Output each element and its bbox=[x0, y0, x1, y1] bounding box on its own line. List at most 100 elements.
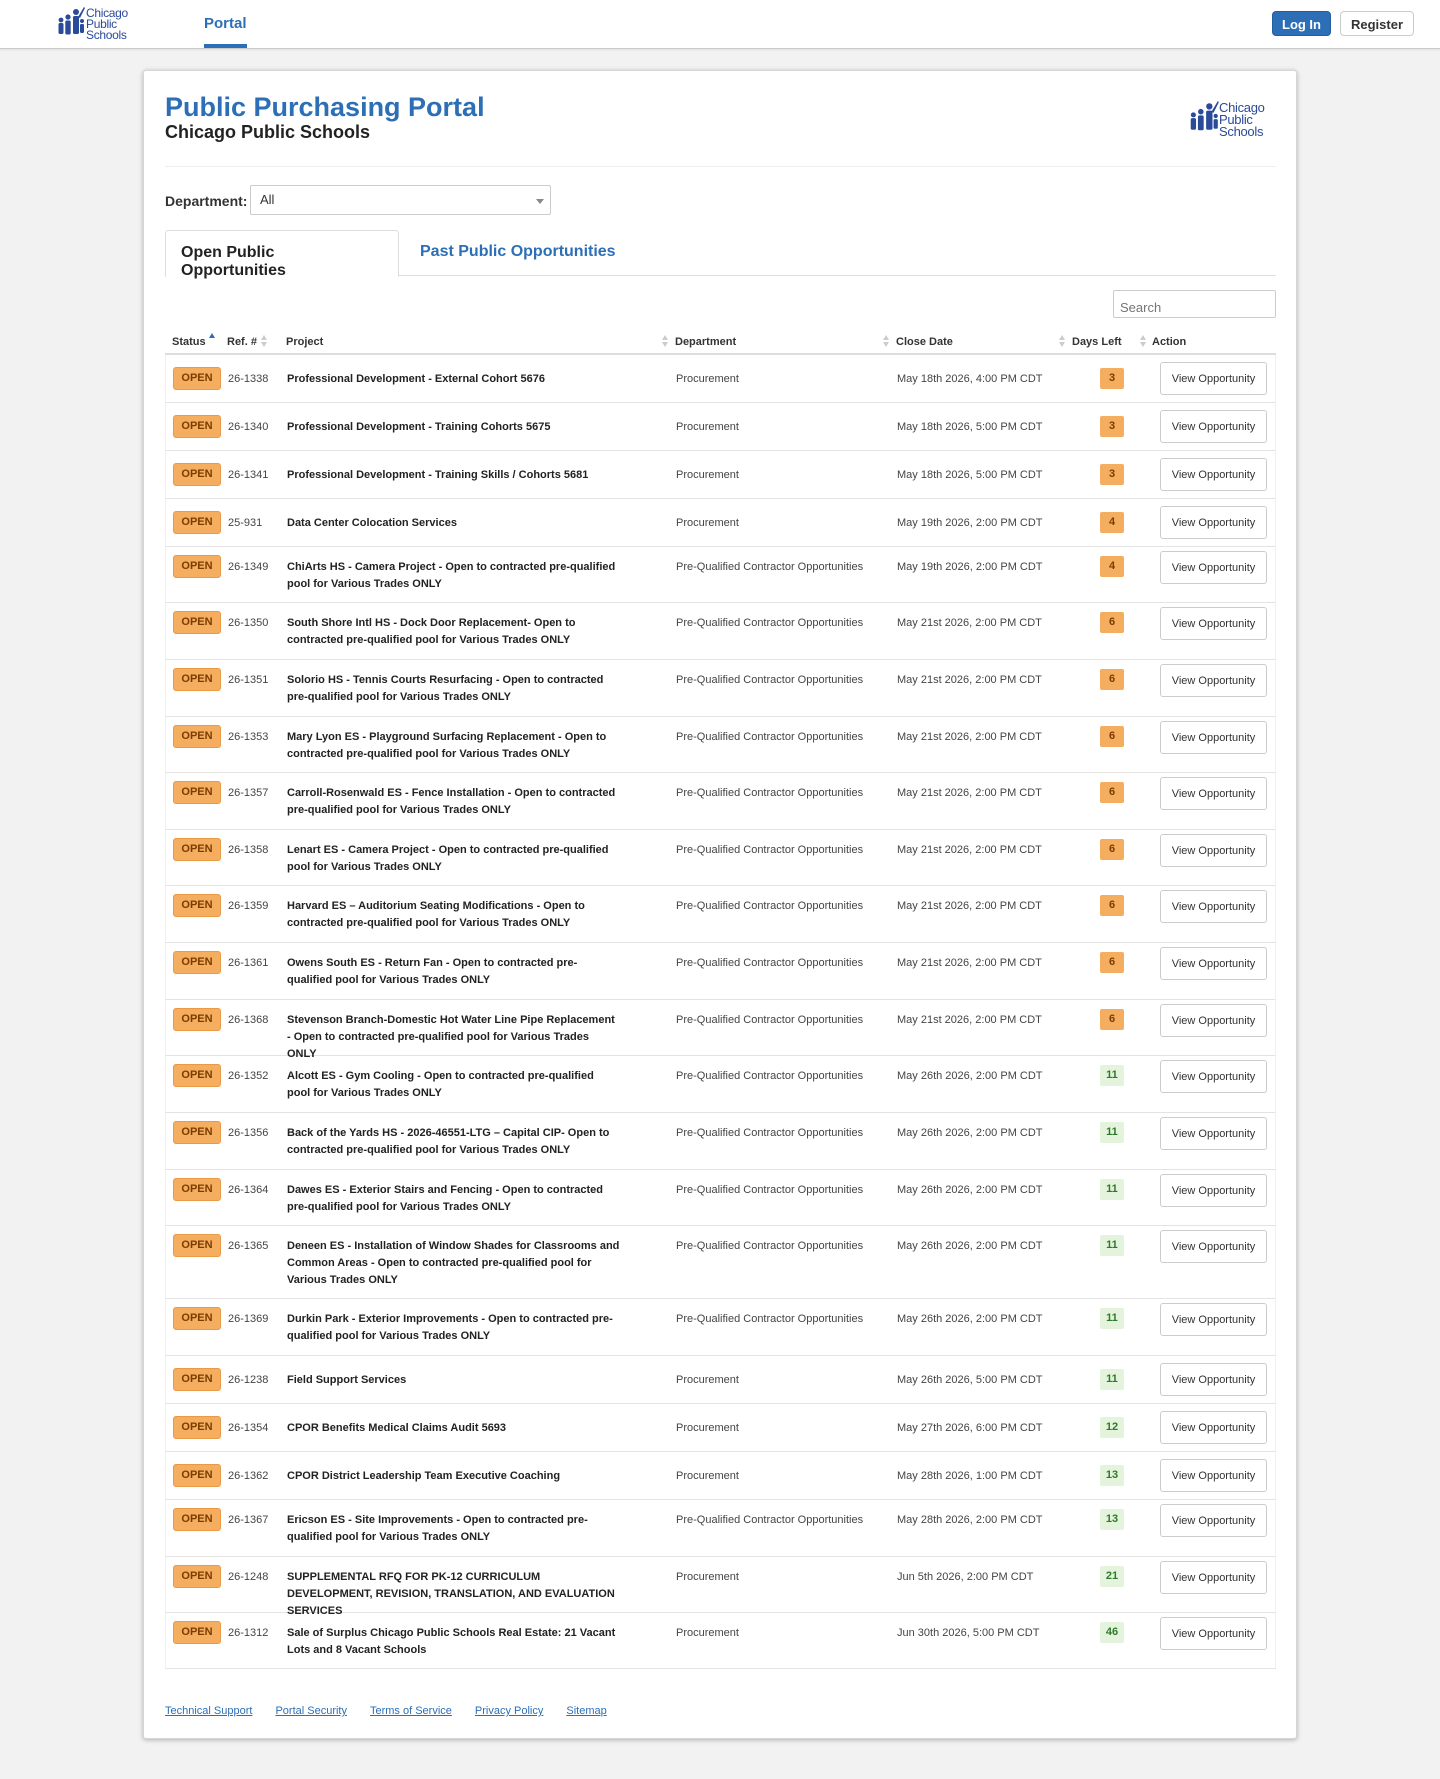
footer-link-portal-security[interactable]: Portal Security bbox=[275, 1705, 347, 1717]
view-opportunity-button[interactable]: View Opportunity bbox=[1160, 362, 1267, 395]
register-button[interactable]: Register bbox=[1340, 11, 1414, 36]
view-opportunity-button[interactable]: View Opportunity bbox=[1160, 1230, 1267, 1263]
table-row: OPEN 26-1354 CPOR Benefits Medical Claims … bbox=[165, 1404, 1276, 1452]
status-badge: OPEN bbox=[173, 1621, 221, 1644]
status-badge: OPEN bbox=[173, 1416, 221, 1439]
view-opportunity-button[interactable]: View Opportunity bbox=[1160, 1459, 1267, 1492]
view-opportunity-button[interactable]: View Opportunity bbox=[1160, 607, 1267, 640]
department-select[interactable]: All bbox=[250, 185, 551, 215]
view-opportunity-button[interactable]: View Opportunity bbox=[1160, 1411, 1267, 1444]
days-left-badge: 4 bbox=[1100, 556, 1124, 577]
department-name: Pre-Qualified Contractor Opportunities bbox=[676, 957, 864, 969]
footer-link-privacy-policy[interactable]: Privacy Policy bbox=[475, 1705, 543, 1717]
days-left-badge: 13 bbox=[1100, 1465, 1124, 1486]
panel-cps-logo: Chicago Public Schools bbox=[1187, 98, 1265, 138]
view-opportunity-button[interactable]: View Opportunity bbox=[1160, 664, 1267, 697]
ref-number: 26-1356 bbox=[228, 1127, 269, 1139]
view-opportunity-button[interactable]: View Opportunity bbox=[1160, 1561, 1267, 1594]
status-badge: OPEN bbox=[173, 511, 221, 534]
table-row: OPEN 26-1358 Lenart ES - Camera Project - … bbox=[165, 830, 1276, 886]
project-name: Solorio HS - Tennis Courts Resurfacing -… bbox=[287, 674, 604, 703]
view-opportunity-button[interactable]: View Opportunity bbox=[1160, 834, 1267, 867]
chevron-down-icon bbox=[536, 199, 544, 204]
col-header-ref[interactable]: Ref. # bbox=[227, 336, 257, 348]
table-row: OPEN 26-1350 South Shore Intl HS - Dock Do… bbox=[165, 603, 1276, 660]
sort-icon[interactable] bbox=[662, 335, 669, 347]
status-badge: OPEN bbox=[173, 1565, 221, 1588]
close-date: May 26th 2026, 2:00 PM CDT bbox=[897, 1240, 1043, 1252]
sort-asc-icon[interactable] bbox=[209, 333, 216, 345]
view-opportunity-button[interactable]: View Opportunity bbox=[1160, 1060, 1267, 1093]
view-opportunity-button[interactable]: View Opportunity bbox=[1160, 1174, 1267, 1207]
view-opportunity-button[interactable]: View Opportunity bbox=[1160, 890, 1267, 923]
department-name: Pre-Qualified Contractor Opportunities bbox=[676, 617, 864, 629]
view-opportunity-button[interactable]: View Opportunity bbox=[1160, 458, 1267, 491]
col-header-department[interactable]: Department bbox=[675, 336, 736, 348]
sort-icon[interactable] bbox=[261, 335, 268, 347]
table-row: OPEN 26-1248 SUPPLEMENTAL RFQ FOR PK-12 CU… bbox=[165, 1557, 1276, 1617]
login-button[interactable]: Log In bbox=[1272, 11, 1331, 36]
view-opportunity-button[interactable]: View Opportunity bbox=[1160, 1504, 1267, 1537]
status-badge: OPEN bbox=[173, 1178, 221, 1201]
status-badge: OPEN bbox=[173, 367, 221, 390]
family-logo-icon bbox=[58, 7, 85, 35]
footer-link-sitemap[interactable]: Sitemap bbox=[566, 1705, 606, 1717]
days-left-badge: 12 bbox=[1100, 1417, 1124, 1438]
table-row: OPEN 26-1357 Carroll-Rosenwald ES - Fence … bbox=[165, 773, 1276, 830]
search-input[interactable] bbox=[1113, 290, 1276, 318]
project-name: Dawes ES - Exterior Stairs and Fencing -… bbox=[287, 1184, 604, 1213]
status-badge: OPEN bbox=[173, 1064, 221, 1087]
nav-portal-tab[interactable]: Portal bbox=[204, 0, 247, 48]
close-date: Jun 5th 2026, 2:00 PM CDT bbox=[897, 1571, 1034, 1583]
project-name: Professional Development - Training Coho… bbox=[287, 421, 551, 433]
ref-number: 26-1352 bbox=[228, 1070, 269, 1082]
ref-number: 26-1349 bbox=[228, 561, 269, 573]
ref-number: 26-1362 bbox=[228, 1470, 269, 1482]
view-opportunity-button[interactable]: View Opportunity bbox=[1160, 1617, 1267, 1650]
col-header-status[interactable]: Status bbox=[172, 336, 206, 348]
table-row: OPEN 26-1340 Professional Development - Tr… bbox=[165, 403, 1276, 451]
project-name: Data Center Colocation Services bbox=[287, 517, 457, 529]
ref-number: 26-1350 bbox=[228, 617, 269, 629]
view-opportunity-button[interactable]: View Opportunity bbox=[1160, 410, 1267, 443]
view-opportunity-button[interactable]: View Opportunity bbox=[1160, 551, 1267, 584]
view-opportunity-button[interactable]: View Opportunity bbox=[1160, 947, 1267, 980]
close-date: May 27th 2026, 6:00 PM CDT bbox=[897, 1422, 1043, 1434]
view-opportunity-button[interactable]: View Opportunity bbox=[1160, 1004, 1267, 1037]
tab-past-opportunities[interactable]: Past Public Opportunities bbox=[405, 230, 631, 276]
department-name: Pre-Qualified Contractor Opportunities bbox=[676, 900, 864, 912]
view-opportunity-button[interactable]: View Opportunity bbox=[1160, 506, 1267, 539]
table-row: OPEN 26-1341 Professional Development - Tr… bbox=[165, 451, 1276, 499]
days-left-badge: 3 bbox=[1100, 368, 1124, 389]
days-left-badge: 11 bbox=[1100, 1308, 1124, 1329]
view-opportunity-button[interactable]: View Opportunity bbox=[1160, 777, 1267, 810]
tab-open-opportunities[interactable]: Open Public Opportunities bbox=[165, 230, 399, 279]
close-date: May 18th 2026, 4:00 PM CDT bbox=[897, 373, 1043, 385]
footer-link-terms-of-service[interactable]: Terms of Service bbox=[370, 1705, 452, 1717]
project-name: Professional Development - External Coho… bbox=[287, 373, 545, 385]
sort-icon[interactable] bbox=[1059, 335, 1066, 347]
ref-number: 26-1353 bbox=[228, 731, 269, 743]
sort-icon[interactable] bbox=[1140, 335, 1147, 347]
days-left-badge: 11 bbox=[1100, 1235, 1124, 1256]
days-left-badge: 6 bbox=[1100, 1009, 1124, 1030]
status-badge: OPEN bbox=[173, 1368, 221, 1391]
view-opportunity-button[interactable]: View Opportunity bbox=[1160, 721, 1267, 754]
project-name: Deneen ES - Installation of Window Shade… bbox=[287, 1240, 620, 1286]
footer-link-technical-support[interactable]: Technical Support bbox=[165, 1705, 252, 1717]
view-opportunity-button[interactable]: View Opportunity bbox=[1160, 1303, 1267, 1336]
cps-logo[interactable]: Chicago Public Schools bbox=[55, 5, 128, 41]
close-date: May 28th 2026, 2:00 PM CDT bbox=[897, 1514, 1043, 1526]
close-date: May 21st 2026, 2:00 PM CDT bbox=[897, 844, 1042, 856]
col-header-project[interactable]: Project bbox=[286, 336, 323, 348]
ref-number: 26-1369 bbox=[228, 1313, 269, 1325]
col-header-days-left[interactable]: Days Left bbox=[1072, 336, 1122, 348]
sort-icon[interactable] bbox=[883, 335, 890, 347]
table-row: OPEN 25-931 Data Center Colocation Service… bbox=[165, 499, 1276, 547]
col-header-close-date[interactable]: Close Date bbox=[896, 336, 953, 348]
view-opportunity-button[interactable]: View Opportunity bbox=[1160, 1363, 1267, 1396]
department-name: Pre-Qualified Contractor Opportunities bbox=[676, 787, 864, 799]
table-row: OPEN 26-1353 Mary Lyon ES - Playground Sur… bbox=[165, 717, 1276, 773]
department-name: Procurement bbox=[676, 1571, 739, 1583]
view-opportunity-button[interactable]: View Opportunity bbox=[1160, 1117, 1267, 1150]
